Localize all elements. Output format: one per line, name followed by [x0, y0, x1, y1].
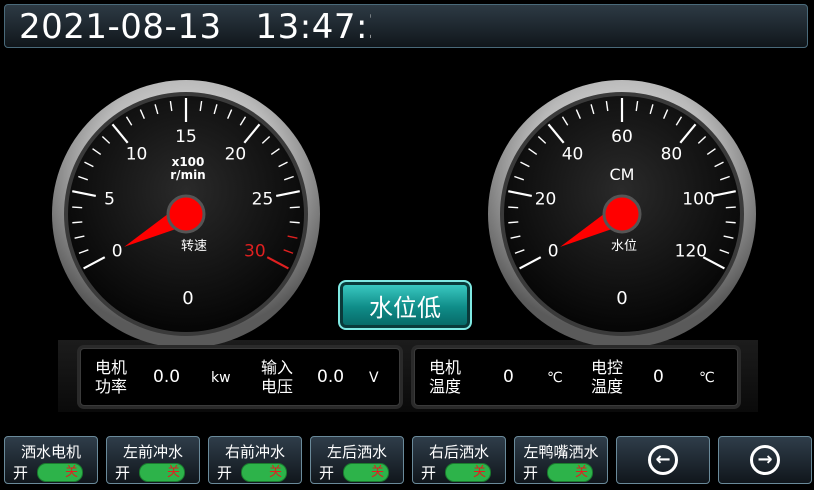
control-label: 左鸭嘴洒水 [523, 443, 599, 461]
control-state: 开 [319, 464, 335, 482]
control-state: 开 [523, 464, 539, 482]
left-front-flush-button[interactable]: 左前冲水 开 关 [106, 436, 200, 484]
ctrl-temp-label-1: 电控 [591, 358, 624, 377]
toggle-label: 关 [166, 465, 180, 480]
control-state: 开 [217, 464, 233, 482]
prev-page-button[interactable]: ← [616, 436, 710, 484]
gauge-tick [72, 206, 83, 209]
motor-temp-label-1: 电机 [429, 358, 462, 377]
gauge-scale-label: 15 [175, 127, 197, 147]
input-voltage-label-1: 输入 [261, 358, 294, 377]
input-voltage-label-2: 电压 [261, 377, 294, 396]
gauge-scale-label: 20 [225, 145, 247, 165]
needle-hub [602, 194, 642, 234]
gauge-scale-label: 40 [562, 145, 584, 165]
gauge-tick [289, 221, 300, 224]
datetime: 2021-08-13 13:47:2( [19, 7, 371, 47]
level-unit: CM [610, 165, 635, 184]
motor-temp-label-2: 温度 [429, 377, 462, 396]
toggle-label: 关 [574, 465, 588, 480]
gauge-tick [289, 206, 300, 209]
ctrl-temp-value: 0 [653, 367, 664, 387]
motor-power-label-1: 电机 [95, 358, 128, 377]
toggle-switch[interactable]: 关 [445, 463, 491, 482]
rpm-unit-bottom: r/min [170, 168, 205, 182]
right-front-flush-button[interactable]: 右前冲水 开 关 [208, 436, 302, 484]
control-state: 开 [421, 464, 437, 482]
gauge-tick [72, 221, 83, 224]
rpm-gauge-name: 转速 [181, 239, 207, 254]
gauge-scale-label: 60 [611, 127, 633, 147]
control-state: 开 [13, 464, 29, 482]
input-voltage-value: 0.0 [317, 367, 345, 387]
input-voltage-unit: V [369, 370, 379, 386]
motor-info-box: 电机 功率 0.0 kw 输入 电压 0.0 V [80, 348, 400, 406]
control-label: 左后洒水 [326, 443, 387, 461]
motor-power-value: 0.0 [153, 367, 181, 387]
motor-power-unit: kw [211, 370, 231, 386]
gauge-scale-label: 0 [112, 242, 123, 262]
top-bar: 2021-08-13 13:47:2( [4, 4, 808, 48]
control-label: 洒水电机 [20, 443, 81, 461]
temperature-info-box: 电机 温度 0 ℃ 电控 温度 0 ℃ [414, 348, 738, 406]
rpm-value: 0 [182, 288, 193, 309]
needle-hub [166, 194, 206, 234]
gauge-tick [508, 206, 519, 209]
control-state: 开 [115, 464, 131, 482]
gauge-scale-label: 25 [252, 190, 274, 210]
level-gauge-name: 水位 [611, 239, 637, 254]
gauge-scale-label: 0 [548, 242, 559, 262]
gauge-scale-label: 5 [104, 190, 115, 210]
gauge-tick [508, 221, 519, 224]
toggle-switch[interactable]: 关 [241, 463, 287, 482]
gauge-scale-label: 10 [126, 145, 148, 165]
sprinkler-motor-button[interactable]: 洒水电机 开 关 [4, 436, 98, 484]
rpm-unit-top: x100 [172, 155, 205, 169]
arrow-right-circle-icon: → [750, 445, 780, 475]
low-water-warning[interactable]: 水位低 [338, 280, 472, 330]
toggle-switch[interactable]: 关 [547, 463, 593, 482]
motor-power-label-2: 功率 [95, 377, 128, 396]
toggle-switch[interactable]: 关 [37, 463, 83, 482]
toggle-switch[interactable]: 关 [343, 463, 389, 482]
water-level-gauge: 0 20 40 60 80 100 120 CM 水位 0 [488, 80, 756, 348]
control-label: 右后洒水 [428, 443, 489, 461]
motor-temp-unit: ℃ [547, 370, 563, 386]
gauge-scale-label: 120 [675, 242, 707, 262]
toggle-label: 关 [472, 465, 486, 480]
control-label: 左前冲水 [122, 443, 183, 461]
level-value: 0 [616, 288, 627, 309]
right-rear-sprinkle-button[interactable]: 右后洒水 开 关 [412, 436, 506, 484]
gauge-scale-label: 100 [682, 190, 714, 210]
motor-temp-value: 0 [503, 367, 514, 387]
gauge-scale-label: 30 [244, 242, 266, 262]
next-page-button[interactable]: → [718, 436, 812, 484]
gauge-tick [725, 221, 736, 224]
rpm-gauge: 0 5 10 15 20 25 30 x100 r/min 转速 0 [52, 80, 320, 348]
left-duckbill-sprinkle-button[interactable]: 左鸭嘴洒水 开 关 [514, 436, 608, 484]
toggle-switch[interactable]: 关 [139, 463, 185, 482]
gauge-scale-label: 20 [535, 190, 557, 210]
toggle-label: 关 [64, 465, 78, 480]
left-rear-sprinkle-button[interactable]: 左后洒水 开 关 [310, 436, 404, 484]
arrow-left-circle-icon: ← [648, 445, 678, 475]
gauge-scale-label: 80 [661, 145, 683, 165]
gauge-tick [725, 206, 736, 209]
ctrl-temp-label-2: 温度 [591, 377, 624, 396]
toggle-label: 关 [268, 465, 282, 480]
control-label: 右前冲水 [224, 443, 285, 461]
ctrl-temp-unit: ℃ [699, 370, 715, 386]
toggle-label: 关 [370, 465, 384, 480]
